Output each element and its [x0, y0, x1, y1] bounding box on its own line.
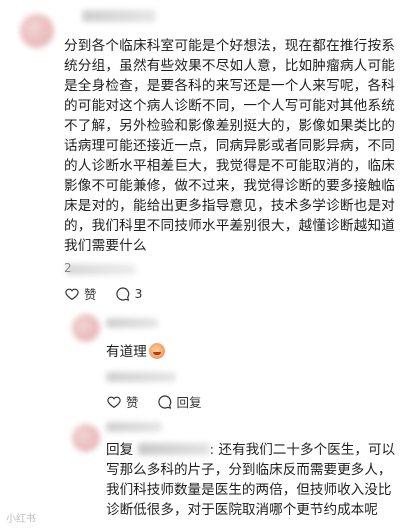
watermark: 小红书 [6, 514, 36, 525]
like-button[interactable]: 赞 [64, 284, 97, 303]
reply1-name[interactable] [106, 318, 158, 328]
comment-icon [157, 394, 171, 409]
reply1-actions: 赞 回复 [106, 392, 202, 411]
like-label: 赞 [84, 287, 97, 302]
reply1-like-label: 赞 [126, 395, 139, 410]
reply1-text: 有道理 [106, 344, 147, 360]
reply1-avatar[interactable] [72, 314, 100, 342]
heart-icon [107, 396, 121, 408]
reply1-date [106, 372, 176, 382]
comment-count: 3 [134, 286, 143, 301]
reply1-reply-label: 回复 [176, 395, 202, 410]
post-date [66, 264, 136, 275]
laughing-emoji-icon [148, 343, 165, 359]
post-date-prefix: 2 [64, 261, 72, 275]
reply2-avatar[interactable] [72, 424, 100, 452]
reply1-like-button[interactable]: 赞 [106, 392, 139, 411]
reply2-body: 回复 : 还有我们二十多个医生，可以写那么多科的片子，分到临床反而需要更多人，我… [106, 440, 404, 520]
reply2-name[interactable] [106, 422, 162, 432]
post-actions: 赞 3 [64, 284, 142, 303]
reply2-prefix: 回复 [106, 442, 134, 458]
comment-icon [115, 286, 129, 301]
comment-button[interactable]: 3 [115, 286, 143, 302]
reply1-reply-button[interactable]: 回复 [157, 392, 202, 411]
heart-icon [65, 288, 79, 300]
author-name[interactable] [82, 10, 156, 22]
reply1-body: 有道理 [106, 342, 165, 362]
author-avatar[interactable] [20, 14, 54, 48]
post-body: 分到各个临床科室可能是个好想法，现在都在推行按系统分组，虽然有些效果不尽如人意，… [64, 38, 396, 254]
reply2-mention[interactable] [137, 443, 210, 455]
